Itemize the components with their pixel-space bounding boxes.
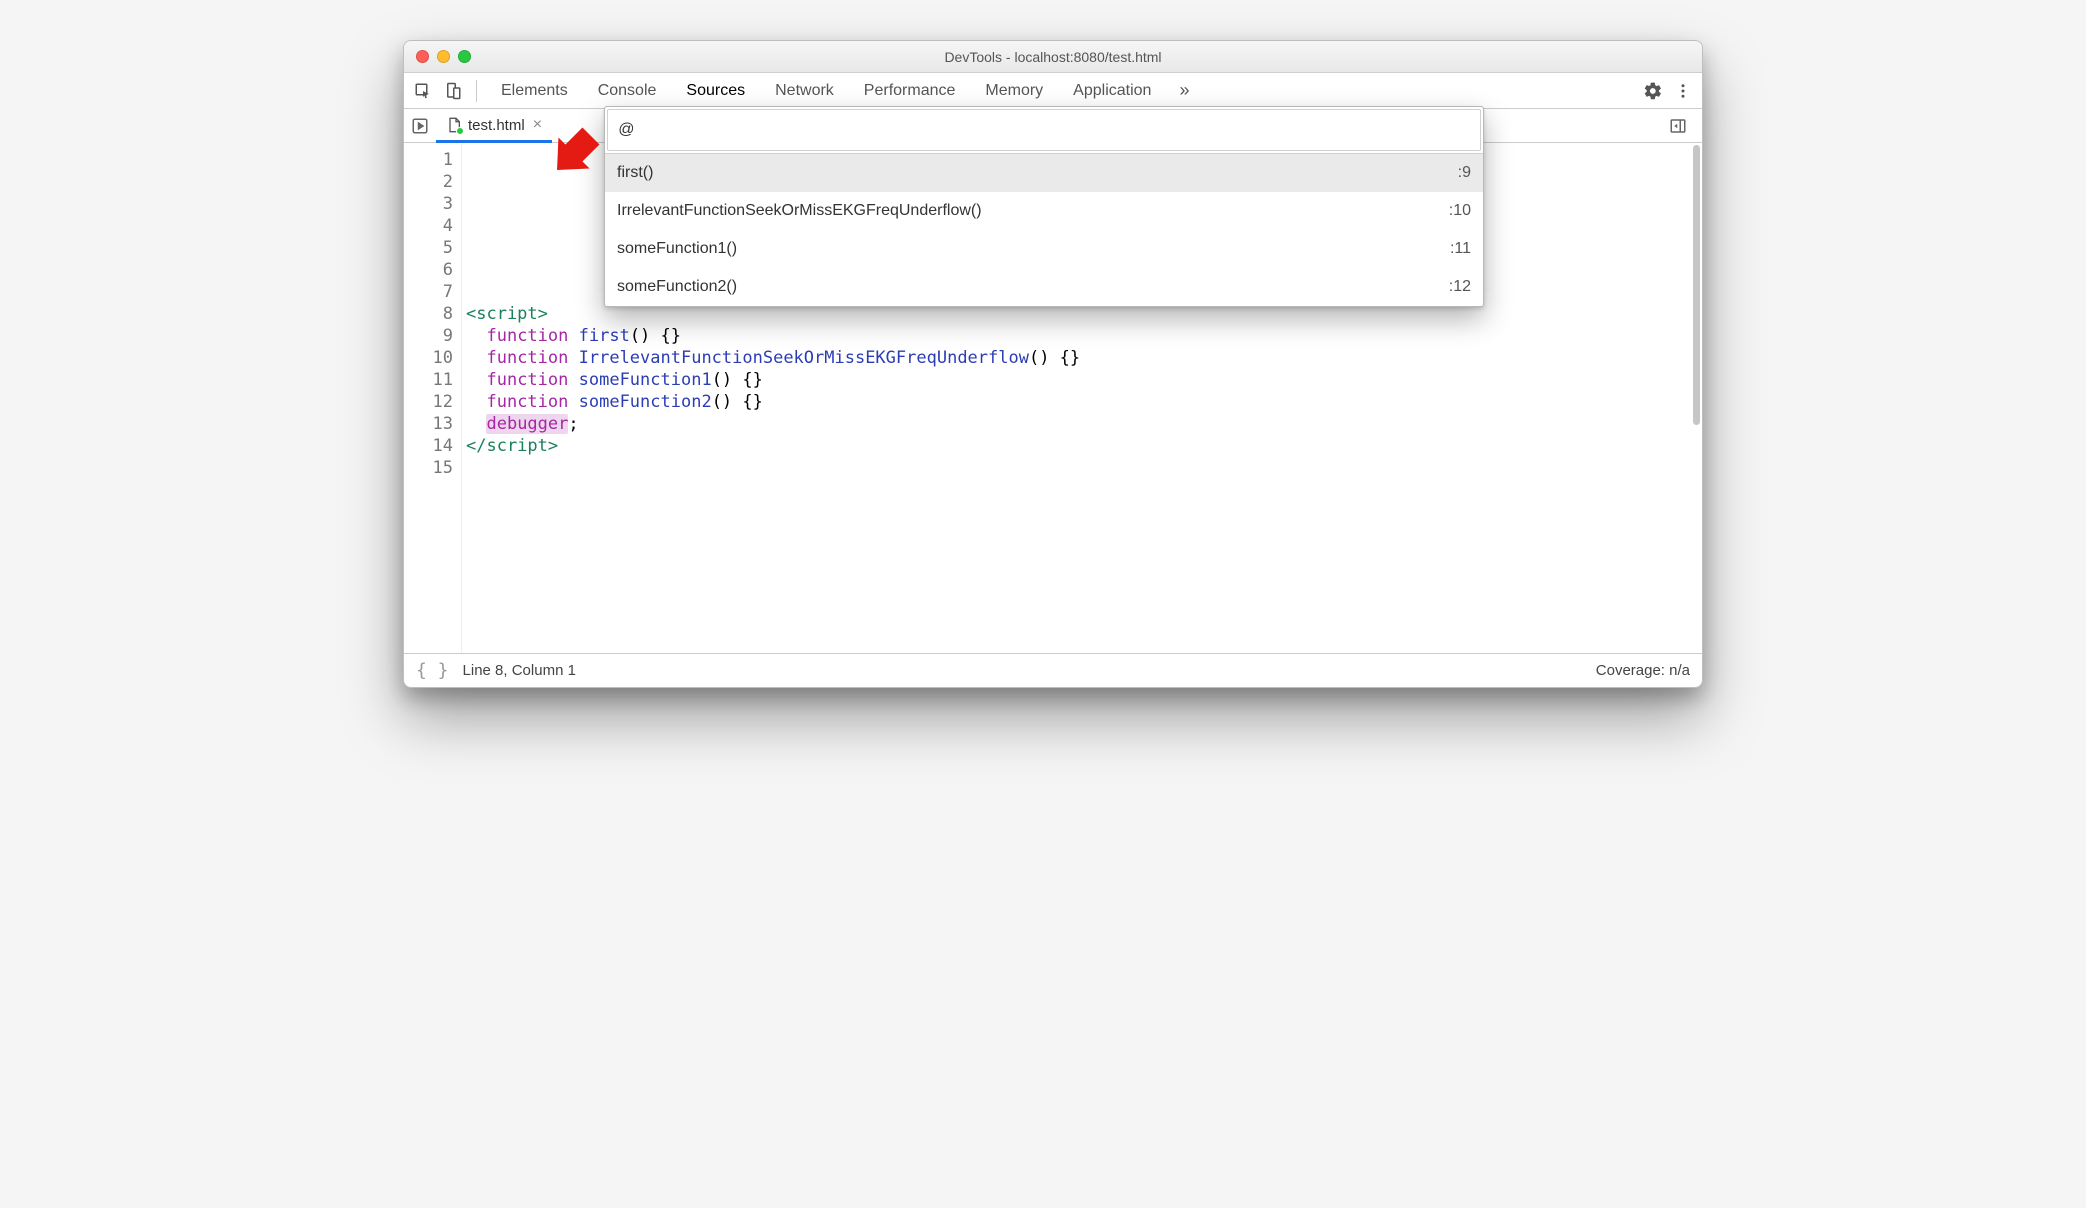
quick-open-results: first():9IrrelevantFunctionSeekOrMissEKG… [605,154,1483,306]
settings-icon[interactable] [1638,76,1668,106]
line-number[interactable]: 2 [404,171,453,193]
code-line[interactable] [466,457,1692,479]
inspect-element-icon[interactable] [408,76,438,106]
toggle-sidebar-icon[interactable] [1662,110,1694,142]
code-line[interactable]: function first() {} [466,325,1692,347]
quick-open-item[interactable]: IrrelevantFunctionSeekOrMissEKGFreqUnder… [605,192,1483,230]
code-line[interactable]: function someFunction1() {} [466,369,1692,391]
close-tab-icon[interactable]: × [533,116,542,134]
quick-open-item[interactable]: first():9 [605,154,1483,192]
line-number[interactable]: 10 [404,347,453,369]
line-number[interactable]: 4 [404,215,453,237]
quick-open-popup: first():9IrrelevantFunctionSeekOrMissEKG… [604,106,1484,307]
line-number[interactable]: 13 [404,413,453,435]
debugger-pause-icon[interactable] [404,110,436,142]
quick-open-input[interactable] [607,109,1481,151]
file-icon [446,117,462,133]
scrollbar-thumb[interactable] [1693,145,1700,425]
statusbar: { } Line 8, Column 1 Coverage: n/a [404,653,1702,687]
pretty-print-icon[interactable]: { } [416,660,449,681]
more-tabs-icon[interactable]: » [1167,80,1201,101]
file-tab-label: test.html [468,117,525,134]
tab-network[interactable]: Network [775,82,834,100]
line-number[interactable]: 5 [404,237,453,259]
devtools-window: DevTools - localhost:8080/test.html Elem… [403,40,1703,688]
line-gutter: 123456789101112131415 [404,143,462,653]
line-number[interactable]: 15 [404,457,453,479]
tab-console[interactable]: Console [598,82,657,100]
main-toolbar: Elements Console Sources Network Performance… [404,73,1702,109]
code-line[interactable]: function someFunction2() {} [466,391,1692,413]
code-line[interactable]: function IrrelevantFunctionSeekOrMissEKG… [466,347,1692,369]
tab-sources[interactable]: Sources [686,82,745,100]
line-number[interactable]: 11 [404,369,453,391]
toolbar-separator [476,80,477,102]
coverage-status: Coverage: n/a [1596,662,1690,679]
quick-open-item[interactable]: someFunction1():11 [605,230,1483,268]
line-number[interactable]: 9 [404,325,453,347]
line-number[interactable]: 3 [404,193,453,215]
code-line[interactable]: debugger; [466,413,1692,435]
vertical-scrollbar[interactable] [1692,143,1702,653]
line-number[interactable]: 8 [404,303,453,325]
tab-application[interactable]: Application [1073,82,1151,100]
line-number[interactable]: 7 [404,281,453,303]
tab-elements[interactable]: Elements [501,82,568,100]
code-line[interactable]: </script> [466,435,1692,457]
line-number[interactable]: 12 [404,391,453,413]
line-number[interactable]: 6 [404,259,453,281]
titlebar: DevTools - localhost:8080/test.html [404,41,1702,73]
tab-memory[interactable]: Memory [985,82,1043,100]
cursor-position: Line 8, Column 1 [463,662,576,679]
line-number[interactable]: 1 [404,149,453,171]
panel-tabs: Elements Console Sources Network Performance… [485,82,1167,100]
quick-open-item[interactable]: someFunction2():12 [605,268,1483,306]
window-title: DevTools - localhost:8080/test.html [404,49,1702,65]
device-toggle-icon[interactable] [438,76,468,106]
kebab-menu-icon[interactable] [1668,76,1698,106]
tab-performance[interactable]: Performance [864,82,956,100]
file-tab[interactable]: test.html × [436,110,552,143]
line-number[interactable]: 14 [404,435,453,457]
